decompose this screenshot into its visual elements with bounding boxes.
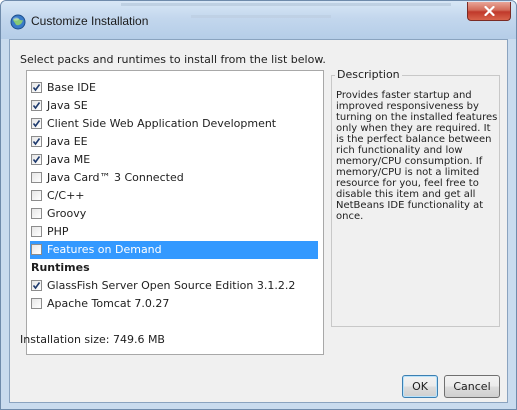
list-item-label: Base IDE: [47, 81, 96, 94]
window-title: Customize Installation: [31, 14, 149, 28]
checkbox[interactable]: [31, 298, 42, 309]
list-item-php[interactable]: PHP: [27, 223, 323, 241]
checkbox[interactable]: [31, 190, 42, 201]
list-item-java-me[interactable]: Java ME: [27, 151, 323, 169]
packs-list[interactable]: Base IDE Java SE Client Side Web Applica…: [26, 70, 324, 355]
list-item-base-ide[interactable]: Base IDE: [27, 79, 323, 97]
list-item-label: Java EE: [47, 135, 88, 148]
title-bar[interactable]: Customize Installation: [1, 1, 516, 39]
list-item-label: GlassFish Server Open Source Edition 3.1…: [47, 279, 296, 292]
list-item-java-se[interactable]: Java SE: [27, 97, 323, 115]
checkmark-icon: [32, 102, 41, 110]
checkmark-icon: [32, 156, 41, 164]
close-button[interactable]: [467, 2, 511, 21]
list-item-label: C/C++: [47, 189, 85, 202]
checkbox[interactable]: [31, 208, 42, 219]
list-item-label: Features on Demand: [47, 243, 162, 256]
checkmark-icon: [32, 138, 41, 146]
list-item-groovy[interactable]: Groovy: [27, 205, 323, 223]
list-item-c-cpp[interactable]: C/C++: [27, 187, 323, 205]
checkbox[interactable]: [31, 154, 42, 165]
checkbox[interactable]: [31, 244, 42, 255]
description-panel: Description Provides faster startup and …: [331, 68, 500, 327]
list-item-java-card[interactable]: Java Card™ 3 Connected: [27, 169, 323, 187]
dialog-content: Select packs and runtimes to install fro…: [9, 39, 508, 403]
instructions-text: Select packs and runtimes to install fro…: [20, 53, 326, 66]
list-item-client-side-web[interactable]: Client Side Web Application Development: [27, 115, 323, 133]
checkmark-icon: [32, 84, 41, 92]
checkbox[interactable]: [31, 172, 42, 183]
checkbox[interactable]: [31, 82, 42, 93]
installation-size: Installation size: 749.6 MB: [20, 333, 165, 346]
list-item-features-on-demand[interactable]: Features on Demand: [27, 241, 323, 259]
checkmark-icon: [32, 282, 41, 290]
runtimes-heading: Runtimes: [31, 261, 90, 274]
list-item-label: Java SE: [47, 99, 88, 112]
list-item-label: Apache Tomcat 7.0.27: [47, 297, 170, 310]
ok-button[interactable]: OK: [402, 375, 438, 398]
checkbox[interactable]: [31, 280, 42, 291]
list-item-tomcat[interactable]: Apache Tomcat 7.0.27: [27, 295, 323, 313]
checkbox[interactable]: [31, 100, 42, 111]
cancel-button[interactable]: Cancel: [444, 375, 500, 398]
description-title: Description: [335, 68, 402, 81]
checkbox[interactable]: [31, 226, 42, 237]
list-item-label: Groovy: [47, 207, 87, 220]
checkmark-icon: [32, 120, 41, 128]
checkbox[interactable]: [31, 136, 42, 147]
customize-installation-window: Customize Installation Select packs and …: [0, 0, 517, 410]
description-text: Provides faster startup and improved res…: [336, 90, 498, 222]
globe-icon: [10, 14, 26, 30]
list-item-label: Java Card™ 3 Connected: [47, 171, 184, 184]
list-item-label: Client Side Web Application Development: [47, 117, 277, 130]
list-item-java-ee[interactable]: Java EE: [27, 133, 323, 151]
background-window-ghost-text-2: [191, 11, 331, 21]
checkbox[interactable]: [31, 118, 42, 129]
list-item-label: PHP: [47, 225, 69, 238]
background-window-ghost-text: [121, 1, 451, 9]
list-item-glassfish[interactable]: GlassFish Server Open Source Edition 3.1…: [27, 277, 323, 295]
list-item-label: Java ME: [47, 153, 91, 166]
